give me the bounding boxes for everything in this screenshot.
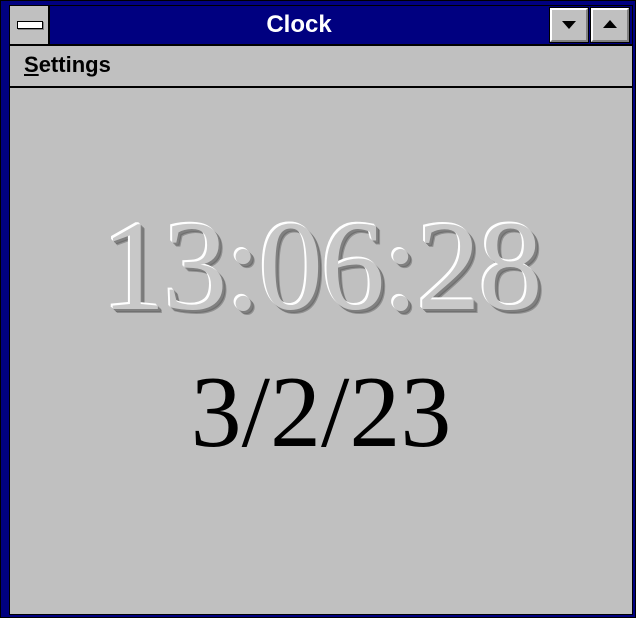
system-menu-button[interactable] [10,6,50,44]
menu-settings-accelerator: S [24,52,39,77]
date-display: 3/2/23 [190,356,452,469]
clock-window: Clock Settings 13:06:28 3/2/23 [0,0,636,618]
window-frame: Clock Settings 13:06:28 3/2/23 [9,5,633,615]
title-bar[interactable]: Clock [10,6,632,46]
system-menu-icon [17,21,43,29]
minimize-arrow-icon [562,21,576,29]
menu-bar: Settings [10,46,632,88]
minimize-button[interactable] [549,7,589,43]
window-title: Clock [266,11,332,38]
maximize-button[interactable] [590,7,630,43]
menu-settings-label: ettings [38,52,111,77]
maximize-arrow-icon [603,20,617,28]
clock-face: 13:06:28 3/2/23 [10,88,632,614]
time-display: 13:06:28 [101,195,542,337]
menu-settings[interactable]: Settings [24,50,111,80]
